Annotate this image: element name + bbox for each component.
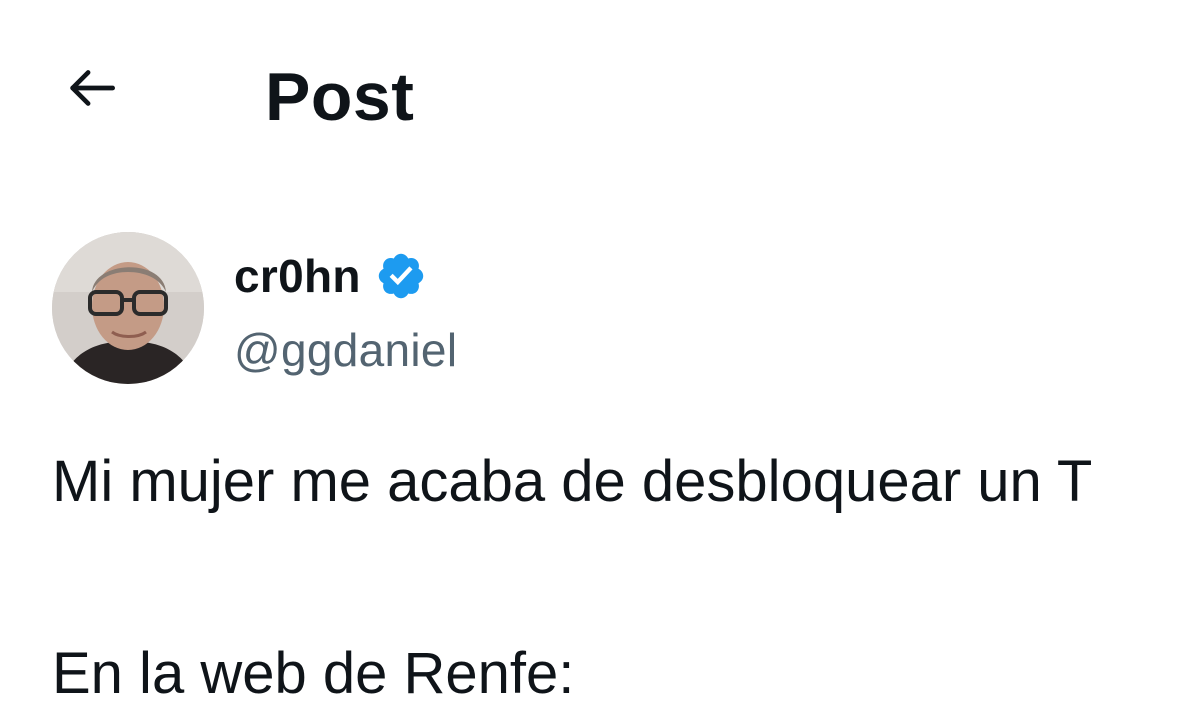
arrow-left-icon xyxy=(61,57,123,124)
tweet-text-line: En la web de Renfe: xyxy=(52,641,575,706)
page-title: Post xyxy=(265,59,415,135)
verified-badge-icon[interactable] xyxy=(375,250,427,302)
user-handle[interactable]: @ggdaniel xyxy=(234,322,457,378)
back-button[interactable] xyxy=(56,54,128,126)
tweet-text-line: Mi mujer me acaba de desbloquear un T xyxy=(52,449,1093,514)
name-row: cr0hn xyxy=(234,246,427,306)
post-author: cr0hn @ggdaniel xyxy=(52,232,952,392)
post-header: Post xyxy=(0,40,1200,140)
display-name[interactable]: cr0hn xyxy=(234,248,361,304)
post-page: Post cr0hn @ggdaniel Mi mujer me acaba d… xyxy=(0,0,1200,720)
tweet-text: Mi mujer me acaba de desbloquear un T En… xyxy=(52,438,1200,718)
avatar[interactable] xyxy=(52,232,204,384)
